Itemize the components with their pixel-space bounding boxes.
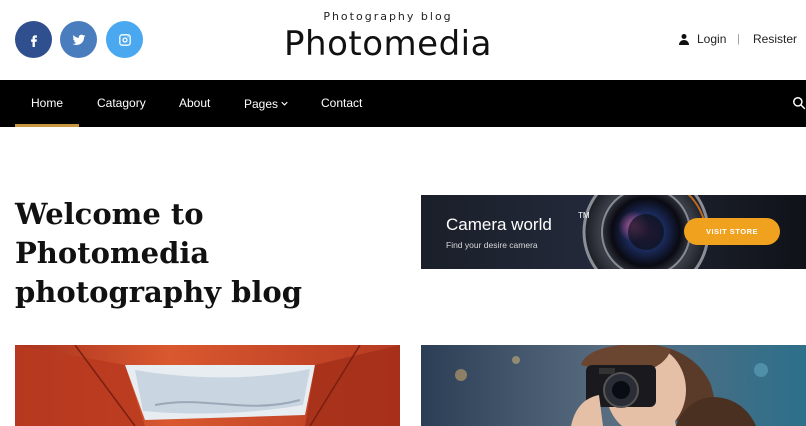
tent-image — [15, 345, 400, 426]
photographer-photo[interactable] — [421, 345, 806, 426]
nav-item-contact[interactable]: Contact — [321, 80, 362, 127]
site-logo[interactable]: Photomedia — [0, 24, 776, 64]
nav-item-pages[interactable]: Pages — [244, 80, 288, 127]
main-nav: Home Catagory About Pages Contact — [0, 80, 806, 127]
tent-photo[interactable] — [15, 345, 400, 426]
site-tagline: Photography blog — [323, 10, 453, 23]
nav-item-catagory[interactable]: Catagory — [97, 80, 146, 127]
welcome-heading: Welcome to Photomedia photography blog — [15, 195, 405, 312]
visit-store-button[interactable]: VISIT STORE — [684, 218, 780, 245]
nav-item-home[interactable]: Home — [15, 80, 79, 127]
search-icon[interactable] — [792, 96, 806, 110]
banner-trademark: TM — [578, 211, 590, 220]
user-icon — [679, 34, 689, 45]
banner-title: Camera world — [446, 215, 552, 234]
nav-item-pages-label: Pages — [244, 96, 279, 111]
chevron-down-icon — [281, 101, 288, 106]
camera-world-banner[interactable]: Camera world TM Find your desire camera … — [421, 195, 806, 269]
login-label: Login — [697, 32, 727, 46]
login-link[interactable]: Login — [678, 32, 726, 46]
banner-subtitle: Find your desire camera — [446, 240, 538, 250]
register-link[interactable]: Resister — [753, 32, 797, 46]
nav-item-about[interactable]: About — [179, 80, 210, 127]
photographer-image — [421, 345, 806, 426]
welcome-heading-line2: photography blog — [15, 275, 303, 309]
site-header: Photography blog Photomedia Login | Resi… — [0, 0, 806, 80]
header-separator: | — [737, 33, 740, 45]
welcome-heading-line1: Welcome to Photomedia — [15, 197, 210, 270]
